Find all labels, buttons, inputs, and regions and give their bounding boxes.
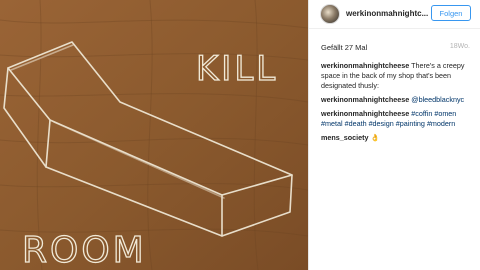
coffin-drawing: KILL ROOM bbox=[0, 0, 308, 270]
post-age[interactable]: 18Wo. bbox=[450, 43, 470, 50]
comment-username[interactable]: mens_society bbox=[321, 133, 369, 142]
hashtag-link[interactable]: #modern bbox=[427, 119, 455, 128]
hashtag-link[interactable]: #metal bbox=[321, 119, 343, 128]
ok-hand-icon: 👌 bbox=[370, 133, 380, 142]
comment-username[interactable]: werkinonmahnightcheese bbox=[321, 95, 409, 104]
mention-link[interactable]: @bleedblacknyc bbox=[411, 95, 464, 104]
post-header: werkinonmahnightc... Folgen bbox=[309, 0, 480, 29]
comment-username[interactable]: werkinonmahnightcheese bbox=[321, 109, 409, 118]
follow-button[interactable]: Folgen bbox=[431, 5, 471, 21]
likes-count[interactable]: Gefällt 27 Mal bbox=[321, 43, 367, 52]
hashtag-link[interactable]: #design bbox=[369, 119, 394, 128]
hashtag-link[interactable]: #coffin bbox=[411, 109, 432, 118]
hashtag-link[interactable]: #painting bbox=[396, 119, 425, 128]
post-sidebar: werkinonmahnightc... Folgen Gefällt 27 M… bbox=[308, 0, 480, 270]
hashtag-link[interactable]: #omen bbox=[434, 109, 456, 118]
chalk-word-kill: KILL bbox=[196, 49, 278, 89]
comment-item: werkinonmahnightcheese #coffin #omen #me… bbox=[321, 109, 473, 129]
comment-item: werkinonmahnightcheese There's a creepy … bbox=[321, 61, 473, 91]
comment-list: werkinonmahnightcheese There's a creepy … bbox=[321, 61, 473, 147]
chalk-word-room: ROOM bbox=[22, 230, 147, 270]
comment-username[interactable]: werkinonmahnightcheese bbox=[321, 61, 409, 70]
comment-item: werkinonmahnightcheese @bleedblacknyc bbox=[321, 95, 473, 105]
post-photo[interactable]: KILL ROOM bbox=[0, 0, 308, 270]
post-username[interactable]: werkinonmahnightc... bbox=[346, 9, 428, 18]
hashtag-link[interactable]: #death bbox=[345, 119, 367, 128]
avatar[interactable] bbox=[320, 4, 340, 24]
comment-item: mens_society 👌 bbox=[321, 133, 473, 143]
